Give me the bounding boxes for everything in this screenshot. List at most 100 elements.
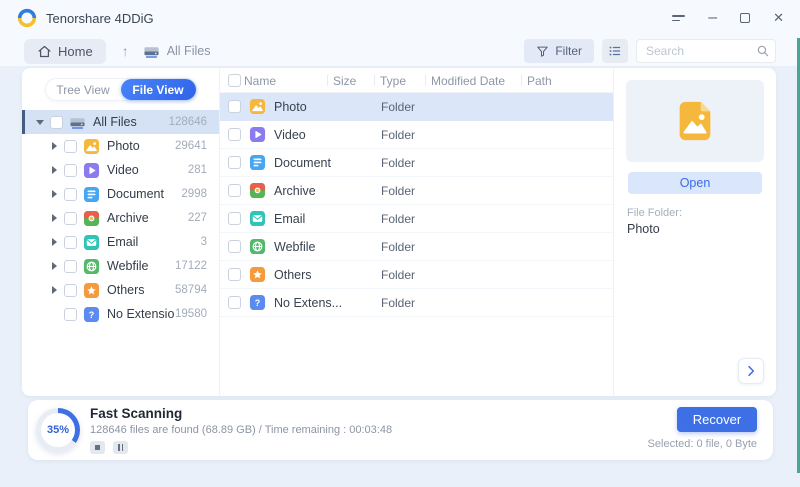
recover-button[interactable]: Recover [677,407,757,432]
open-button[interactable]: Open [628,172,762,194]
select-all-checkbox[interactable] [228,74,241,87]
column-divider [374,75,375,86]
row-name: Archive [274,184,316,198]
table-row-video[interactable]: Video Folder [220,121,613,149]
sidebar-item-label: Photo [107,139,140,153]
table-row-photo[interactable]: Photo Folder [220,93,613,121]
checkbox[interactable] [228,296,241,309]
file-folder-label: File Folder: [627,207,683,219]
list-view-button[interactable] [602,39,628,63]
breadcrumb[interactable]: All Files [143,43,210,60]
column-header-name[interactable]: Name [244,74,276,88]
checkbox[interactable] [228,212,241,225]
checkbox[interactable] [228,184,241,197]
expand-caret-icon[interactable] [48,262,60,270]
tab-tree-view[interactable]: Tree View [46,79,121,100]
column-header-type[interactable]: Type [380,74,406,88]
expand-caret-icon[interactable] [48,238,60,246]
nav-bar: Home ↑ All Files Filter [0,36,800,66]
column-header-path[interactable]: Path [527,74,552,88]
row-type: Folder [381,212,416,226]
up-arrow-icon[interactable]: ↑ [122,43,129,59]
checkbox[interactable] [228,268,241,281]
noext-icon: ? [83,306,100,323]
next-page-button[interactable] [738,358,764,384]
table-row-no-extens[interactable]: ? No Extens... Folder [220,289,613,317]
sidebar-item-document[interactable]: Document 2998 [22,182,219,206]
video-icon [83,162,100,179]
sidebar-item-all-files[interactable]: All Files 128646 [22,110,219,134]
pause-button[interactable] [113,441,128,454]
expand-caret-icon[interactable] [48,142,60,150]
column-divider [521,75,522,86]
item-count: 17122 [175,260,207,272]
scan-subtitle: 128646 files are found (68.89 GB) / Time… [90,424,393,436]
expand-caret-icon[interactable] [48,286,60,294]
menu-icon[interactable] [672,10,686,26]
sidebar-item-no-extension[interactable]: ? No Extension 19580 [22,302,219,326]
file-tree: All Files 128646 Photo 29641 Video 281 Documen… [22,110,219,326]
row-type: Folder [381,128,416,142]
sidebar-item-label: No Extension [107,307,176,321]
minimize-button[interactable]: – [708,10,717,26]
filter-button[interactable]: Filter [524,39,594,63]
close-button[interactable]: ✕ [773,10,784,26]
checkbox[interactable] [64,211,77,225]
app-window: Tenorshare 4DDiG – ✕ Home ↑ All Files Fi… [0,0,800,487]
checkbox[interactable] [228,128,241,141]
row-type: Folder [381,268,416,282]
search-box [636,39,776,63]
expand-caret-icon[interactable] [34,120,46,125]
pause-icon [118,444,123,451]
scan-status-bar: 35% Fast Scanning 128646 files are found… [28,400,773,460]
preview-panel: Open File Folder: Photo [613,68,776,396]
search-icon [756,44,770,58]
noext-icon: ? [249,294,266,311]
table-row-webfile[interactable]: Webfile Folder [220,233,613,261]
tab-file-view[interactable]: File View [120,79,196,100]
archive-icon [83,210,100,227]
sidebar-item-label: Email [107,235,139,249]
item-count: 227 [187,212,207,224]
table-header: Name Size Type Modified Date Path [220,68,613,93]
selected-info: Selected: 0 file, 0 Byte [647,438,757,450]
home-button[interactable]: Home [24,38,106,64]
progress-ring: 35% [36,408,80,452]
checkbox[interactable] [64,259,77,273]
maximize-button[interactable] [740,10,751,26]
checkbox[interactable] [64,307,77,321]
sidebar-item-video[interactable]: Video 281 [22,158,219,182]
expand-caret-icon[interactable] [48,166,60,174]
sidebar-item-archive[interactable]: Archive 227 [22,206,219,230]
sidebar-item-label: Document [107,187,164,201]
checkbox[interactable] [228,240,241,253]
stop-button[interactable] [90,441,105,454]
checkbox[interactable] [64,139,77,153]
table-row-email[interactable]: Email Folder [220,205,613,233]
table-row-others[interactable]: Others Folder [220,261,613,289]
item-count: 19580 [175,308,207,320]
progress-percent: 35% [41,413,75,447]
checkbox[interactable] [228,156,241,169]
column-header-modified-date[interactable]: Modified Date [431,74,505,88]
table-row-archive[interactable]: Archive Folder [220,177,613,205]
checkbox[interactable] [64,283,77,297]
table-row-document[interactable]: Document Folder [220,149,613,177]
checkbox[interactable] [64,235,77,249]
search-input[interactable] [636,39,776,63]
title-bar: Tenorshare 4DDiG – ✕ [0,0,800,36]
checkbox[interactable] [228,100,241,113]
sidebar-item-email[interactable]: Email 3 [22,230,219,254]
sidebar-item-others[interactable]: Others 58794 [22,278,219,302]
expand-caret-icon[interactable] [48,190,60,198]
sidebar-item-photo[interactable]: Photo 29641 [22,134,219,158]
checkbox[interactable] [64,163,77,177]
file-table: Name Size Type Modified Date Path Photo Folde… [220,68,613,396]
checkbox[interactable] [64,187,77,201]
expand-caret-icon[interactable] [48,214,60,222]
file-folder-value: Photo [627,222,660,236]
column-header-size[interactable]: Size [333,74,356,88]
sidebar-item-webfile[interactable]: Webfile 17122 [22,254,219,278]
checkbox[interactable] [50,115,63,129]
photo-file-icon [672,98,718,144]
